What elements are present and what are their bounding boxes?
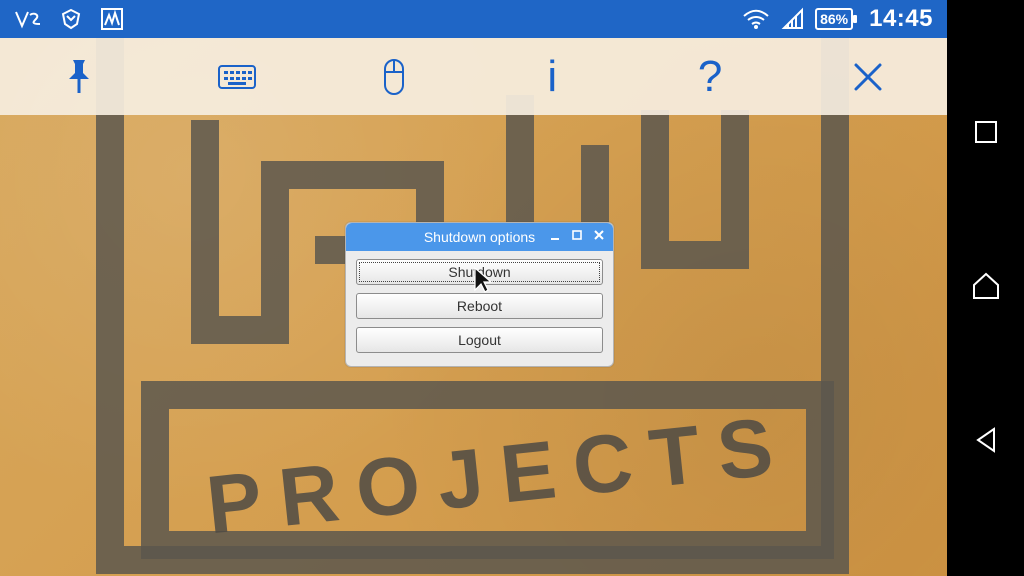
remote-desktop[interactable]: PROJECTS 86% 14:45 i ? Shutdown options … <box>0 0 947 576</box>
close-icon <box>850 59 886 95</box>
recent-apps-icon <box>971 117 1001 152</box>
keyboard-icon <box>216 61 258 93</box>
maximize-icon[interactable] <box>571 229 583 241</box>
activity-icon <box>100 7 124 31</box>
status-time: 14:45 <box>869 5 933 32</box>
mouse-icon <box>379 57 409 97</box>
shutdown-button[interactable]: Shutdown <box>356 259 603 285</box>
shutdown-options-dialog: Shutdown options Shutdown Reboot Logout <box>345 222 614 367</box>
dialog-buttons: Shutdown Reboot Logout <box>346 251 613 363</box>
recent-apps-button[interactable] <box>962 110 1010 158</box>
close-toolbar-button[interactable] <box>789 38 947 115</box>
reboot-button[interactable]: Reboot <box>356 293 603 319</box>
android-navigation-bar <box>947 0 1024 576</box>
help-icon: ? <box>697 51 723 101</box>
android-status-bar: 86% 14:45 <box>0 0 947 38</box>
home-icon <box>969 269 1003 308</box>
minimize-icon[interactable] <box>549 229 561 241</box>
pin-button[interactable] <box>0 38 158 115</box>
signal-icon <box>781 7 805 31</box>
keyboard-button[interactable] <box>158 38 316 115</box>
help-button[interactable]: ? <box>631 38 789 115</box>
shield-icon <box>60 8 82 30</box>
app-toolbar: i ? <box>0 38 947 115</box>
info-button[interactable]: i <box>473 38 631 115</box>
wifi-icon <box>741 7 771 31</box>
info-icon: i <box>547 51 558 101</box>
battery-indicator: 86% <box>815 8 858 30</box>
back-icon <box>969 423 1003 462</box>
close-icon[interactable] <box>593 229 605 241</box>
mouse-button[interactable] <box>316 38 474 115</box>
window-controls <box>549 229 605 241</box>
home-button[interactable] <box>962 264 1010 312</box>
status-left-icons <box>0 7 124 31</box>
vpn-icon <box>14 9 42 29</box>
pin-icon <box>64 57 94 97</box>
back-button[interactable] <box>962 418 1010 466</box>
wallpaper-projects-text: PROJECTS <box>203 400 795 552</box>
dialog-titlebar: Shutdown options <box>346 223 613 251</box>
logout-button[interactable]: Logout <box>356 327 603 353</box>
status-right-indicators: 86% 14:45 <box>741 5 947 33</box>
